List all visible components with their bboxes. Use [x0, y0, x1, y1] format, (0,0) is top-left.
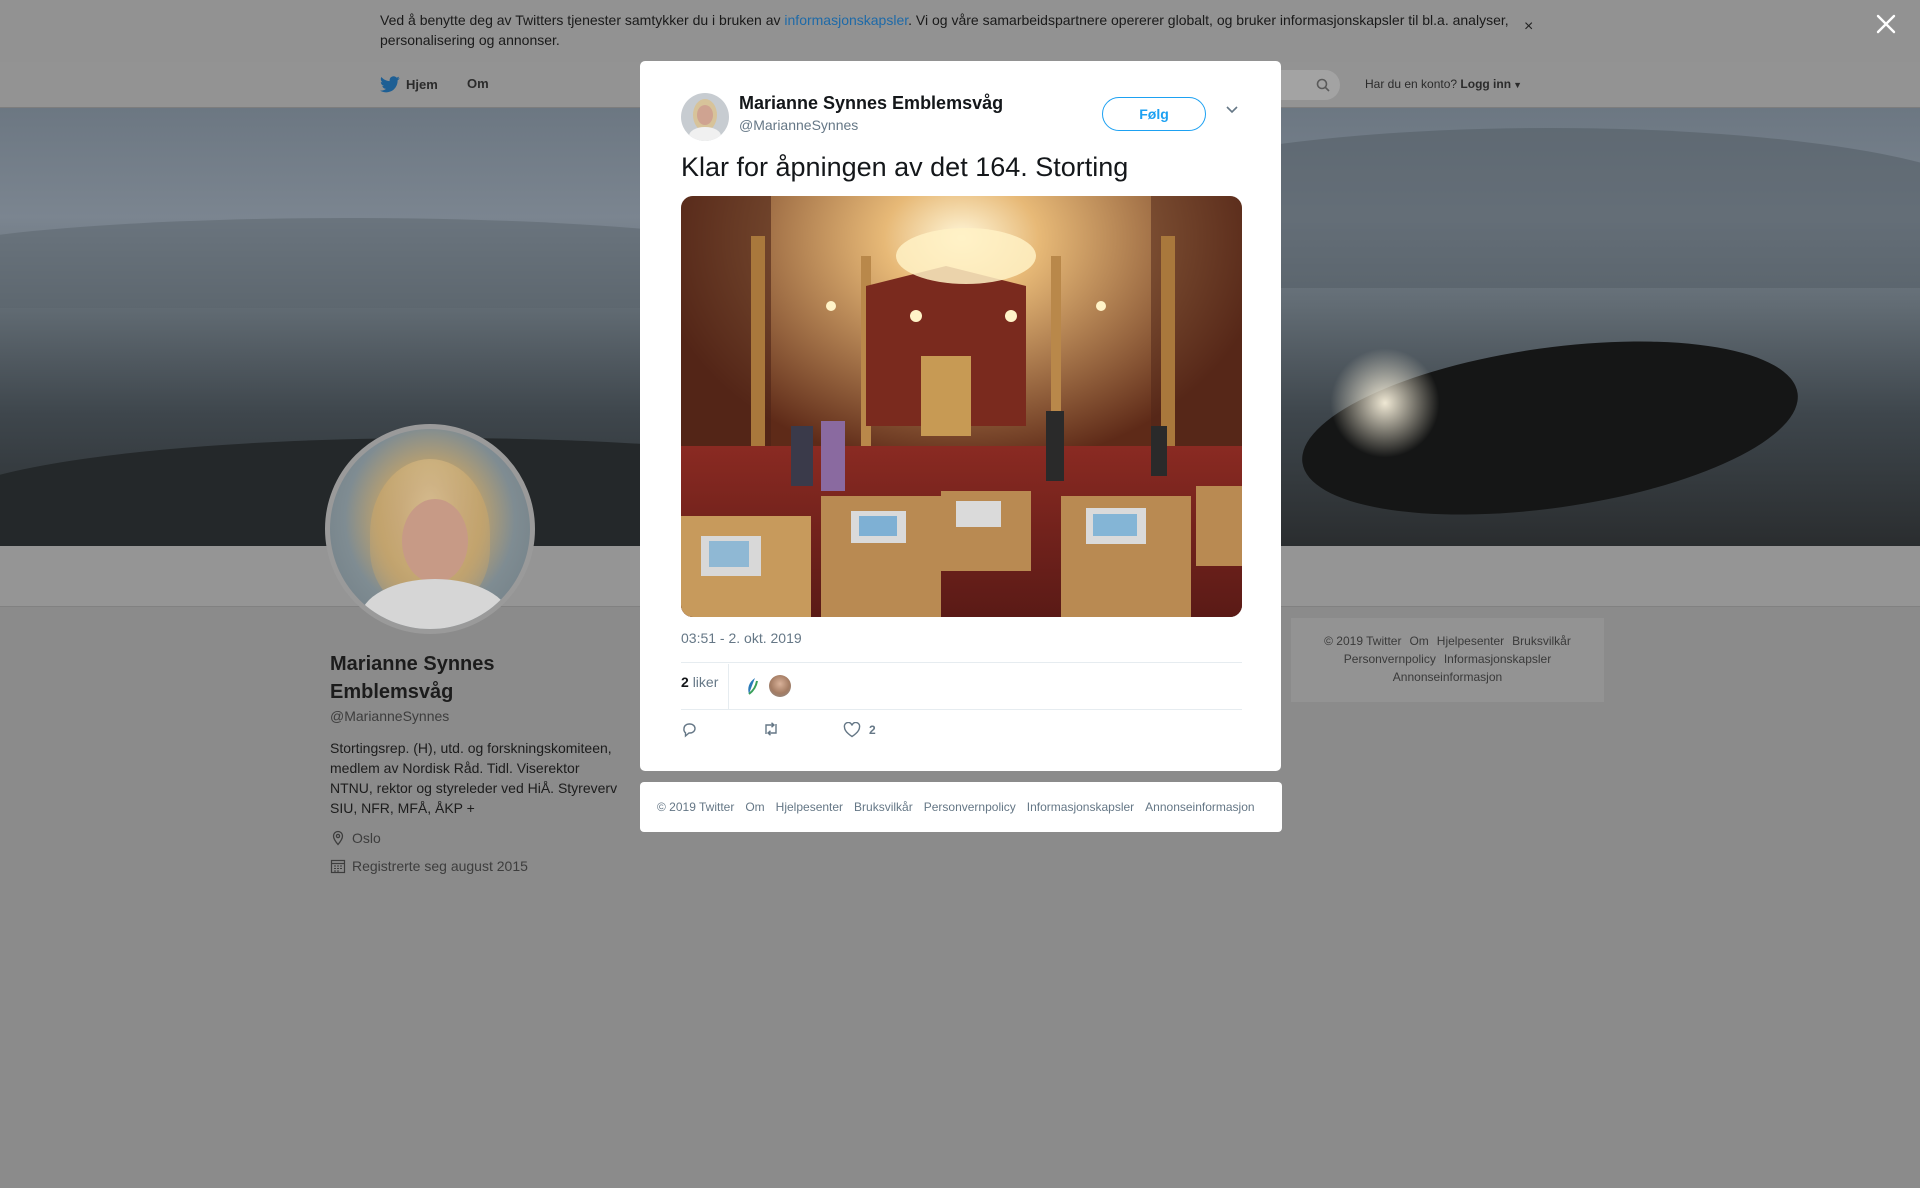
modal-footer: © 2019 Twitter Om Hjelpesenter Bruksvilk… [640, 782, 1282, 832]
liker-avatar[interactable] [769, 675, 791, 697]
storting-chamber-image [681, 196, 1242, 617]
side-footer-cookies[interactable]: Informasjonskapsler [1444, 652, 1551, 666]
cookie-banner-close-button[interactable]: × [1524, 18, 1533, 36]
tweet-modal: Marianne Synnes Emblemsvåg @MarianneSynn… [640, 61, 1281, 771]
location-text: Oslo [352, 830, 381, 846]
tweet-likes-label: liker [692, 674, 719, 690]
profile-avatar[interactable] [325, 424, 535, 634]
chevron-down-icon[interactable] [1225, 105, 1239, 115]
tweet-avatar-face [697, 105, 713, 125]
reply-button[interactable] [681, 722, 698, 738]
cookie-policy-link[interactable]: informasjonskapsler [784, 12, 908, 28]
profile-joined: Registrerte seg august 2015 [330, 858, 528, 874]
tweet-author-handle[interactable]: @MarianneSynnes [739, 117, 858, 133]
tweet-likes-count: 2 [681, 674, 689, 690]
tweet-text: Klar for åpningen av det 164. Storting [681, 152, 1129, 182]
liker-avatar[interactable] [741, 675, 763, 697]
tweet-photo[interactable] [681, 196, 1242, 617]
twitter-bird-icon [380, 76, 400, 93]
side-footer-help[interactable]: Hjelpesenter [1437, 634, 1504, 648]
side-footer-terms[interactable]: Bruksvilkår [1512, 634, 1571, 648]
modal-footer-ads-info[interactable]: Annonseinformasjon [1145, 800, 1254, 814]
cookie-text-before: Ved å benytte deg av Twitters tjenester … [380, 12, 785, 28]
heart-icon [843, 722, 861, 738]
location-pin-icon [332, 830, 344, 846]
divider [728, 664, 729, 709]
side-footer-copyright: © 2019 Twitter [1324, 634, 1402, 648]
joined-text: Registrerte seg august 2015 [352, 858, 528, 874]
profile-bio: Stortingsrep. (H), utd. og forskningskom… [330, 740, 618, 816]
tweet-avatar-shirt [689, 127, 721, 141]
cover-sun-glare [1330, 348, 1440, 458]
calendar-icon [330, 859, 346, 874]
modal-footer-cookies[interactable]: Informasjonskapsler [1027, 800, 1134, 814]
reply-icon [683, 723, 696, 738]
divider [681, 662, 1242, 663]
profile-location: Oslo [330, 830, 381, 846]
caret-down-icon: ▼ [1513, 80, 1522, 90]
like-button[interactable]: 2 [843, 722, 876, 738]
tweet-author-name[interactable]: Marianne Synnes Emblemsvåg [739, 93, 1003, 114]
search-icon[interactable] [1316, 78, 1330, 92]
modal-footer-copyright: © 2019 Twitter [657, 800, 735, 814]
login-link[interactable]: Logg inn [1460, 77, 1511, 91]
side-footer: © 2019 Twitter Om Hjelpesenter Bruksvilkår … [1291, 618, 1604, 702]
side-footer-privacy[interactable]: Personvernpolicy [1344, 652, 1436, 666]
retweet-icon [765, 722, 777, 736]
tweet-timestamp[interactable]: 03:51 - 2. okt. 2019 [681, 630, 802, 646]
modal-footer-about[interactable]: Om [745, 800, 764, 814]
nav-home-link[interactable]: Hjem [380, 76, 438, 93]
retweet-button[interactable] [762, 722, 780, 736]
modal-footer-privacy[interactable]: Personvernpolicy [924, 800, 1016, 814]
side-footer-about[interactable]: Om [1409, 634, 1428, 648]
cookie-banner: Ved å benytte deg av Twitters tjenester … [0, 0, 1920, 62]
modal-footer-help[interactable]: Hjelpesenter [776, 800, 843, 814]
nav-about-link[interactable]: Om [467, 76, 489, 91]
account-login-area[interactable]: Har du en konto? Logg inn ▼ [1365, 77, 1522, 91]
tweet-likes-summary[interactable]: 2 liker [681, 674, 718, 690]
avatar-face [402, 499, 468, 583]
tweet-author-avatar[interactable] [681, 93, 729, 141]
profile-name[interactable]: Marianne Synnes Emblemsvåg [330, 650, 590, 706]
side-footer-ads-info[interactable]: Annonseinformasjon [1393, 670, 1502, 684]
follow-button[interactable]: Følg [1102, 97, 1206, 131]
close-modal-icon[interactable] [1874, 12, 1898, 36]
like-count: 2 [869, 723, 876, 737]
nav-home-label: Hjem [406, 77, 438, 92]
account-prompt: Har du en konto? [1365, 77, 1458, 91]
cookie-notice-text: Ved å benytte deg av Twitters tjenester … [380, 10, 1520, 50]
modal-footer-terms[interactable]: Bruksvilkår [854, 800, 913, 814]
liker-logo-icon [748, 678, 758, 695]
divider [681, 709, 1242, 710]
profile-handle[interactable]: @MarianneSynnes [330, 708, 449, 724]
